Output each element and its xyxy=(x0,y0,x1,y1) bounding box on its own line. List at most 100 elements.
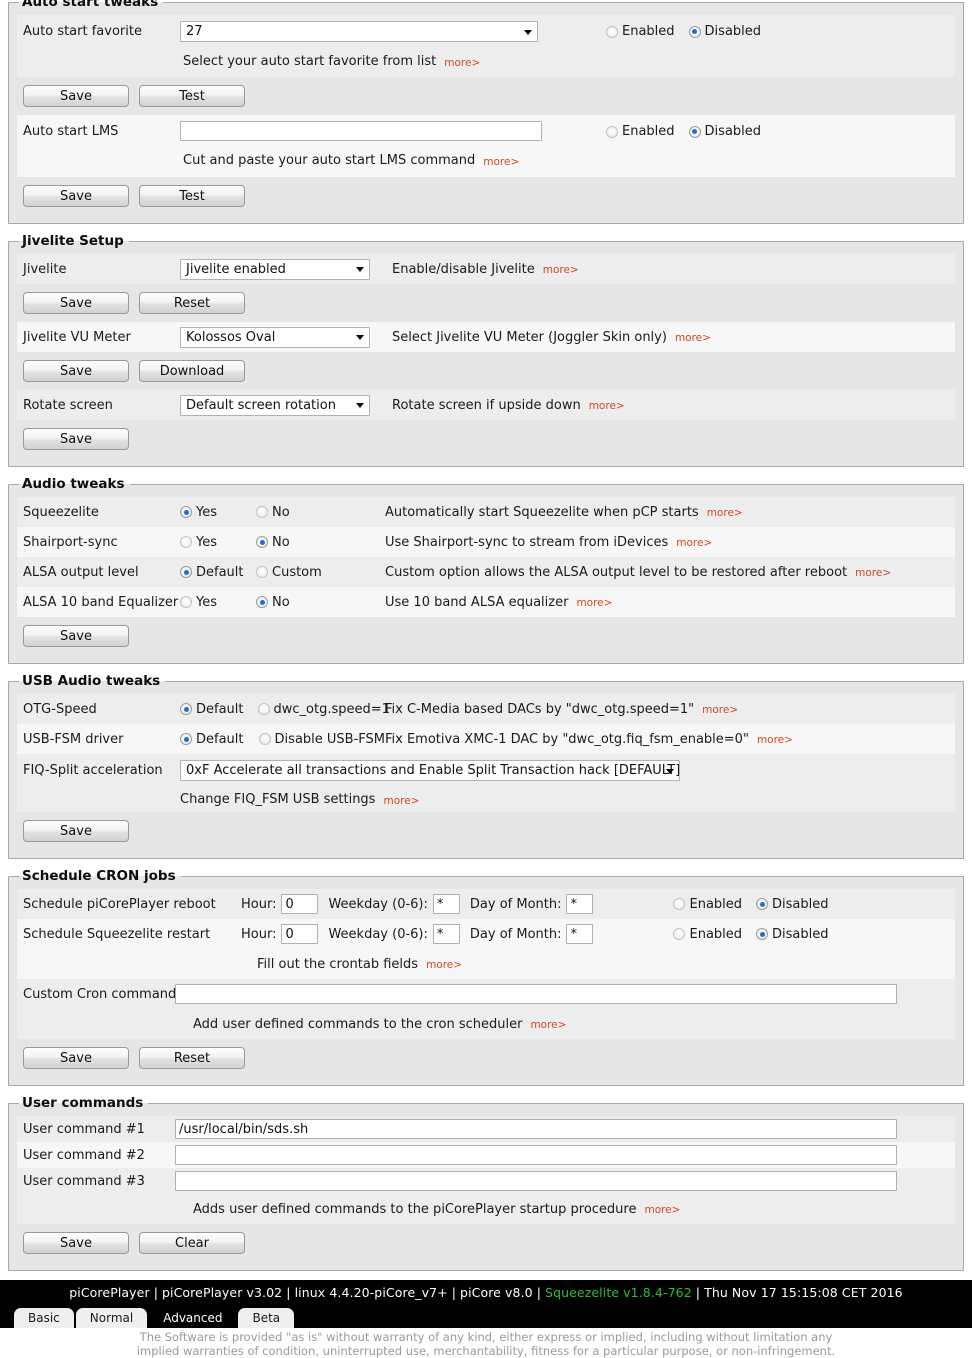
more-link-jivelite-vu-meter[interactable]: more> xyxy=(675,332,711,344)
row-cron-restart: Schedule Squeezelite restart Hour: Weekd… xyxy=(17,919,955,949)
radio-icon-unchecked xyxy=(258,733,271,745)
more-link-alsa-output-level[interactable]: more> xyxy=(855,567,891,579)
row-jivelite-vu-meter: Jivelite VU Meter Kolossos Oval Select J… xyxy=(17,322,955,352)
cron-reboot-weekday-input[interactable] xyxy=(432,894,460,914)
auto-start-lms-disabled-radio[interactable]: Disabled xyxy=(688,124,761,139)
cron-restart-weekday-input[interactable] xyxy=(432,924,460,944)
cron-reboot-disabled-label: Disabled xyxy=(772,896,829,912)
radio-icon-checked xyxy=(256,596,268,608)
row-user-command-1: User command #1 xyxy=(17,1116,955,1142)
cron-restart-dom-input[interactable] xyxy=(566,924,594,944)
tab-beta[interactable]: Beta xyxy=(238,1308,295,1328)
more-link-otg-speed[interactable]: more> xyxy=(702,704,738,716)
cron-reboot-disabled-radio[interactable]: Disabled xyxy=(756,896,829,912)
jivelite-select[interactable]: Jivelite enabled xyxy=(180,258,370,280)
otg-speed-default-radio[interactable]: Default xyxy=(180,702,244,717)
usb-fsm-default-radio[interactable]: Default xyxy=(180,732,245,747)
tab-basic[interactable]: Basic xyxy=(14,1308,74,1328)
status-separator: | xyxy=(695,1284,701,1300)
cron-reboot-enabled-radio[interactable]: Enabled xyxy=(673,897,742,912)
user-command-2-input[interactable] xyxy=(175,1145,897,1165)
more-link-rotate-screen[interactable]: more> xyxy=(589,400,625,412)
more-link-custom-cron[interactable]: more> xyxy=(530,1019,566,1031)
audio-save-button[interactable]: Save xyxy=(23,625,129,647)
tab-normal[interactable]: Normal xyxy=(75,1308,148,1328)
panel-legend-auto-start-tweaks: Auto start tweaks xyxy=(22,0,159,10)
cron-reset-button[interactable]: Reset xyxy=(139,1047,245,1069)
rotate-screen-label: Rotate screen xyxy=(23,397,113,413)
user-commands-save-button[interactable]: Save xyxy=(23,1232,129,1254)
cron-reboot-dom-input[interactable] xyxy=(566,894,594,914)
jivelite-vu-meter-label: Jivelite VU Meter xyxy=(23,329,131,345)
radio-icon-checked xyxy=(180,703,192,715)
more-link-jivelite[interactable]: more> xyxy=(543,264,579,276)
cron-save-button[interactable]: Save xyxy=(23,1047,129,1069)
row-cron-crontab-desc: Fill out the crontab fields more> xyxy=(17,949,955,979)
more-link-alsa-equalizer[interactable]: more> xyxy=(576,597,612,609)
alsa-output-level-default-radio[interactable]: Default xyxy=(180,565,244,580)
rotate-screen-select[interactable]: Default screen rotation xyxy=(180,394,370,416)
jivelite-vu-save-button[interactable]: Save xyxy=(23,360,129,382)
jivelite-vu-meter-desc: Select Jivelite VU Meter (Joggler Skin o… xyxy=(392,329,667,345)
shairport-sync-no-radio[interactable]: No xyxy=(256,535,290,550)
auto-start-favorite-save-button[interactable]: Save xyxy=(23,85,129,107)
squeezelite-no-radio[interactable]: No xyxy=(256,505,290,520)
row-audio-buttons: Save xyxy=(17,617,955,655)
more-link-crontab[interactable]: more> xyxy=(426,959,462,971)
user-command-1-input[interactable] xyxy=(175,1119,897,1139)
row-user-commands-desc: Adds user defined commands to the piCore… xyxy=(17,1194,955,1224)
user-commands-clear-button[interactable]: Clear xyxy=(139,1232,245,1254)
shairport-sync-no-label: No xyxy=(272,534,290,550)
radio-icon-checked xyxy=(756,928,769,940)
auto-start-favorite-select[interactable]: 27 xyxy=(180,21,538,42)
more-link-squeezelite[interactable]: more> xyxy=(707,507,743,519)
alsa-output-level-custom-radio[interactable]: Custom xyxy=(256,565,322,580)
row-jivelite-vu-buttons: Save Download xyxy=(17,352,955,390)
auto-start-lms-save-button[interactable]: Save xyxy=(23,185,129,207)
usb-fsm-disable-label: Disable USB-FSM xyxy=(274,731,385,747)
radio-icon-unchecked xyxy=(180,596,192,608)
auto-start-favorite-label: Auto start favorite xyxy=(23,24,142,39)
shairport-sync-yes-radio[interactable]: Yes xyxy=(180,535,242,550)
usb-fsm-disable-radio[interactable]: Disable USB-FSM xyxy=(258,731,385,747)
cron-restart-disabled-radio[interactable]: Disabled xyxy=(756,926,829,942)
panel-legend-usb-audio-tweaks: USB Audio tweaks xyxy=(22,673,161,689)
more-link-auto-start-favorite[interactable]: more> xyxy=(444,57,480,69)
row-user-command-2: User command #2 xyxy=(17,1142,955,1168)
more-link-user-commands[interactable]: more> xyxy=(644,1204,680,1216)
jivelite-vu-download-button[interactable]: Download xyxy=(139,360,245,382)
cron-reboot-enabled-label: Enabled xyxy=(689,896,743,912)
more-link-usb-fsm-driver[interactable]: more> xyxy=(757,734,793,746)
jivelite-reset-button[interactable]: Reset xyxy=(139,292,245,314)
row-alsa-equalizer: ALSA 10 band Equalizer Yes No Use 10 ban… xyxy=(17,587,955,617)
cron-restart-disabled-label: Disabled xyxy=(772,926,829,942)
alsa-equalizer-yes-radio[interactable]: Yes xyxy=(180,595,242,610)
squeezelite-label: Squeezelite xyxy=(23,504,99,520)
usb-save-button[interactable]: Save xyxy=(23,820,129,842)
more-link-fiq-split[interactable]: more> xyxy=(383,795,419,807)
auto-start-lms-input[interactable] xyxy=(180,121,542,141)
user-command-3-input[interactable] xyxy=(175,1171,897,1191)
custom-cron-command-input[interactable] xyxy=(175,984,897,1004)
cron-reboot-hour-input[interactable] xyxy=(281,894,319,914)
auto-start-lms-test-button[interactable]: Test xyxy=(139,185,245,207)
otg-speed-alt-radio[interactable]: dwc_otg.speed=1 xyxy=(257,702,390,717)
rotate-screen-save-button[interactable]: Save xyxy=(23,428,129,450)
auto-start-favorite-enabled-radio[interactable]: Enabled xyxy=(606,24,675,39)
auto-start-favorite-test-button[interactable]: Test xyxy=(139,85,245,107)
radio-icon-checked xyxy=(180,733,192,745)
fiq-split-select[interactable]: 0xF Accelerate all transactions and Enab… xyxy=(180,760,680,781)
auto-start-favorite-disabled-radio[interactable]: Disabled xyxy=(688,24,761,39)
squeezelite-yes-radio[interactable]: Yes xyxy=(180,505,242,520)
radio-icon-unchecked xyxy=(256,566,268,578)
more-link-shairport-sync[interactable]: more> xyxy=(676,537,712,549)
auto-start-lms-enabled-radio[interactable]: Enabled xyxy=(606,124,675,139)
jivelite-vu-meter-select[interactable]: Kolossos Oval xyxy=(180,326,370,348)
cron-restart-enabled-radio[interactable]: Enabled xyxy=(673,927,742,942)
user-command-1-label: User command #1 xyxy=(23,1121,145,1137)
cron-restart-hour-input[interactable] xyxy=(281,924,319,944)
jivelite-save-button[interactable]: Save xyxy=(23,292,129,314)
alsa-equalizer-no-radio[interactable]: No xyxy=(256,595,290,610)
more-link-auto-start-lms[interactable]: more> xyxy=(483,156,519,168)
tab-advanced[interactable]: Advanced xyxy=(149,1308,237,1328)
